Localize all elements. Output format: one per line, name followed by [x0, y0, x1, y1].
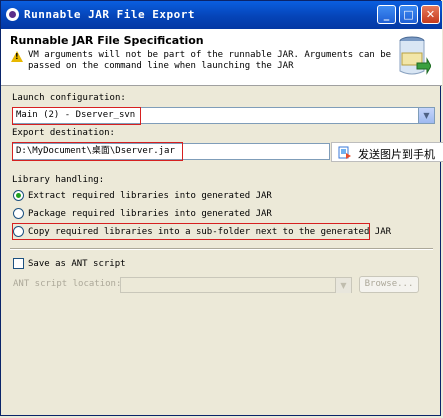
- tooltip-text: 发送图片到手机: [358, 148, 435, 161]
- page-title: Runnable JAR File Specification: [10, 34, 204, 47]
- save-ant-label[interactable]: Save as ANT script: [28, 259, 126, 269]
- header-message: VM arguments will not be part of the run…: [28, 50, 392, 71]
- browse-button[interactable]: Browse...: [359, 276, 419, 293]
- ant-location-combo[interactable]: ▼: [120, 277, 352, 293]
- warning-icon: [11, 51, 23, 62]
- title-bar[interactable]: Runnable JAR File Export _ □ ✕: [1, 1, 442, 29]
- chevron-down-icon[interactable]: ▼: [335, 278, 351, 293]
- maximize-button[interactable]: □: [399, 5, 418, 24]
- send-to-phone-tooltip[interactable]: 发送图片到手机: [331, 142, 443, 162]
- chevron-down-icon[interactable]: ▼: [418, 108, 434, 123]
- window-title: Runnable JAR File Export: [24, 8, 195, 21]
- minimize-button[interactable]: _: [377, 5, 396, 24]
- extract-libraries-radio[interactable]: [13, 190, 24, 201]
- save-ant-checkbox[interactable]: [13, 258, 24, 269]
- eclipse-icon: [6, 8, 19, 21]
- wizard-header: Runnable JAR File Specification VM argum…: [1, 29, 442, 86]
- package-libraries-label[interactable]: Package required libraries into generate…: [28, 209, 272, 219]
- ant-location-label: ANT script location:: [13, 279, 122, 289]
- extract-libraries-label[interactable]: Extract required libraries into generate…: [28, 191, 272, 201]
- copy-libraries-highlight: [12, 223, 370, 240]
- send-image-icon: [338, 146, 351, 159]
- export-destination-label: Export destination:: [12, 128, 115, 138]
- launch-config-highlight: [12, 107, 141, 125]
- export-dialog-window: Runnable JAR File Export _ □ ✕ Runnable …: [0, 0, 443, 416]
- export-destination-highlight: [12, 142, 183, 161]
- library-handling-label: Library handling:: [12, 175, 105, 185]
- launch-config-label: Launch configuration:: [12, 93, 126, 103]
- package-libraries-radio[interactable]: [13, 208, 24, 219]
- jar-export-wizard-icon: [399, 36, 431, 75]
- separator: [10, 248, 433, 250]
- close-button[interactable]: ✕: [421, 5, 440, 24]
